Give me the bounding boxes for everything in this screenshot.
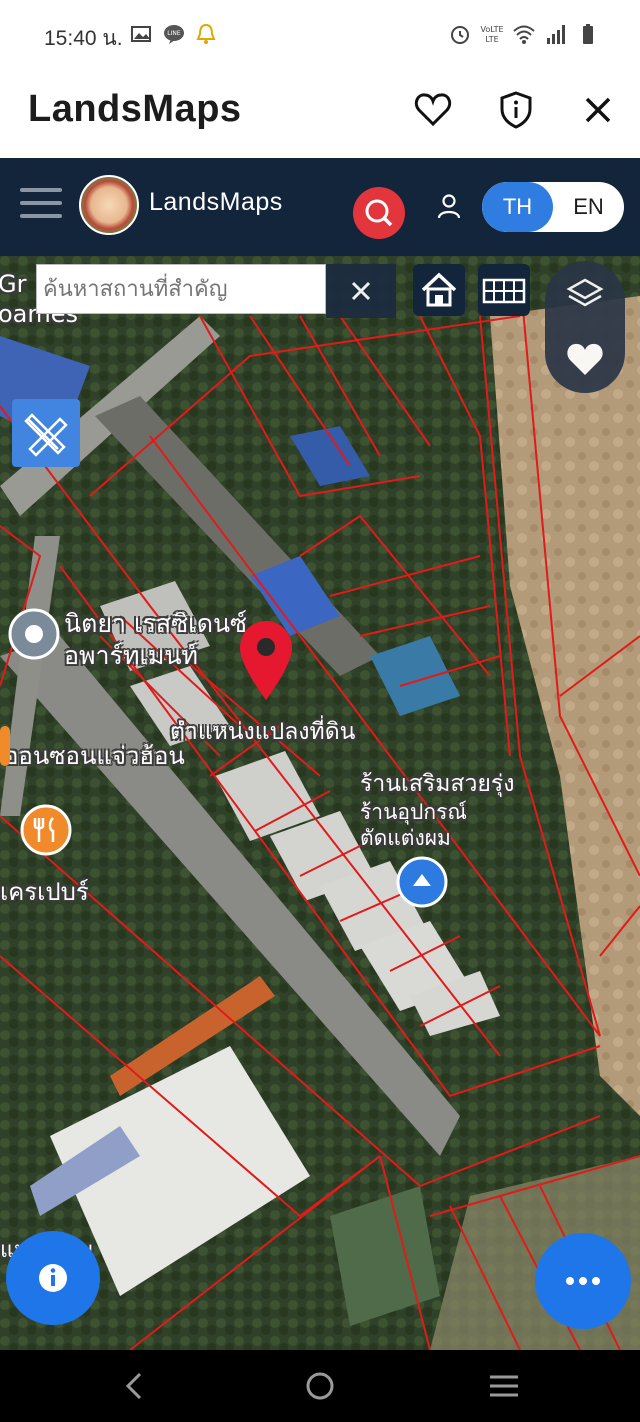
favorite-heart-icon[interactable] [565,341,605,377]
home-circle-icon[interactable] [302,1368,338,1404]
svg-text:LTE: LTE [485,35,498,44]
place-search-box[interactable] [36,264,326,314]
poi-shop-icon[interactable] [396,856,448,908]
more-options-button[interactable] [535,1233,631,1329]
menu-icon[interactable] [20,188,62,222]
info-button[interactable] [6,1231,100,1325]
notification-icons: LINE [130,22,218,46]
map-label-gr: Gr [0,270,27,298]
home-icon [421,272,457,307]
search-button[interactable] [353,187,405,239]
map-label-haircut: ตัดแต่งผม [360,826,451,850]
app-header: LandsMaps [0,72,640,158]
search-icon [365,199,393,227]
close-icon[interactable] [578,90,618,130]
user-icon[interactable] [435,192,463,220]
signal-icon [547,25,565,44]
map-label-parcel-position: ตำแหน่งแปลงที่ดิน [170,719,356,745]
info-icon [39,1264,67,1292]
line-notification-icon: LINE [164,25,184,44]
home-view-button[interactable] [413,264,465,316]
map-side-panel [545,261,625,393]
poi-restaurant-icon[interactable] [20,804,72,856]
map-imagery [0,256,640,1350]
system-navigation-bar [0,1350,640,1422]
more-dots-icon [566,1277,600,1285]
poi-partial-icon [0,726,10,766]
map-label-residence-type: อพาร์ทเมนท์ [64,641,199,670]
satellite-map[interactable]: Gr oames นิตยา เรสซิเดนซ์ อพาร์ทเมนท์ ตำ… [0,256,640,1350]
department-seal-logo [79,175,139,235]
search-clear-button[interactable] [326,264,396,318]
map-label-crepe: เครเปบร์ [0,878,89,906]
battery-icon [583,24,593,44]
ruler-pencil-icon [24,413,68,457]
bell-notification-icon [196,23,216,44]
layers-icon[interactable] [565,275,605,315]
language-toggle[interactable]: TH EN [482,182,624,232]
grid-toggle-button[interactable] [478,264,530,316]
system-status-icons: VoLTE LTE [448,22,600,46]
navbar-brand: LandsMaps [149,188,283,216]
parcel-location-pin[interactable] [236,618,296,702]
gallery-notification-icon [131,26,151,42]
status-bar: 15:40 น. LINE VoLTE LTE [0,0,640,72]
wifi-icon [513,25,535,44]
site-navbar: LandsMaps TH EN [0,158,640,256]
svg-text:VoLTE: VoLTE [480,25,503,34]
lang-en[interactable]: EN [553,182,624,232]
poi-residence-icon[interactable] [8,608,60,660]
heart-icon[interactable] [413,90,453,130]
shield-icon[interactable] [496,90,536,130]
map-label-onsorn: ออนซอนแจ่วฮ้อน [4,742,185,770]
recents-icon[interactable] [486,1368,522,1404]
svg-text:LINE: LINE [167,30,181,37]
lang-th[interactable]: TH [482,182,553,232]
grid-icon [482,278,526,304]
place-search-input[interactable] [37,265,325,313]
status-time: 15:40 น. [44,27,123,50]
app-title: LandsMaps [28,88,242,130]
measure-tool-button[interactable] [12,399,80,467]
clear-x-icon [351,281,371,301]
volte-icon: VoLTELTE [480,25,503,44]
alarm-icon [451,26,469,44]
back-icon[interactable] [118,1368,154,1404]
